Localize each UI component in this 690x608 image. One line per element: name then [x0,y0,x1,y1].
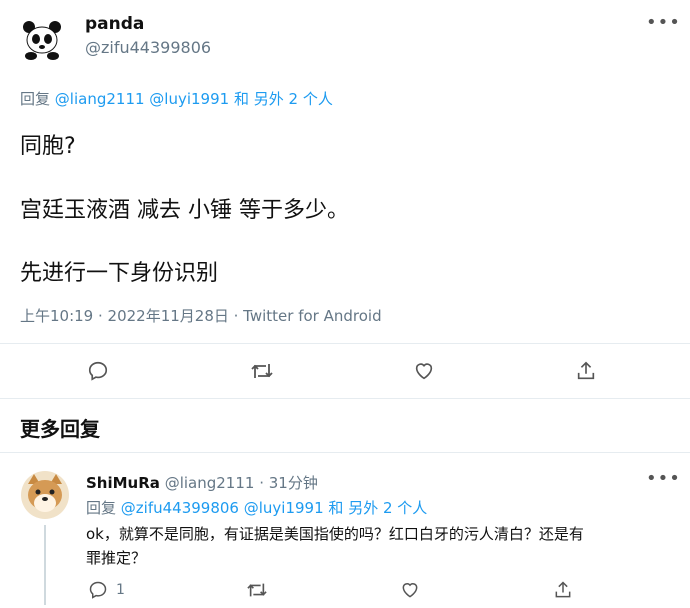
divider [0,452,690,453]
tweet-text-line-2: 宫廷玉液酒 减去 小锤 等于多少。 [20,198,349,223]
share-button[interactable] [575,360,597,382]
tweet-text-line-3: 先进行一下身份识别 [20,261,219,286]
heart-icon [415,363,433,380]
reply-to-users[interactable]: @zifu44399806 @luyi1991 [121,499,324,517]
author-handle[interactable]: @zifu44399806 [85,38,211,57]
reply-reply-button[interactable]: 1 [88,580,125,600]
share-icon [555,581,571,598]
panda-avatar[interactable] [20,18,64,62]
like-button[interactable] [413,360,435,382]
reply-share-button[interactable] [553,580,573,600]
reply-to-users[interactable]: @liang2111 @luyi1991 [55,90,229,108]
divider [0,343,690,344]
reply-retweet-button[interactable] [246,580,268,600]
reply-reply-to-line: 回复 @zifu44399806 @luyi1991 和 另外 2 个人 [86,497,427,518]
reply-to-others[interactable]: 和 另外 2 个人 [234,90,333,108]
heart-icon [402,583,418,598]
share-icon [577,361,595,380]
retweet-icon [247,583,267,597]
more-options-icon[interactable]: ••• [646,12,681,33]
reply-to-others[interactable]: 和 另外 2 个人 [328,499,427,517]
reply-icon [88,361,108,381]
reply-icon [89,581,107,599]
reply-time[interactable]: · 31分钟 [259,474,318,492]
thread-line [44,525,46,605]
tweet-meta[interactable]: 上午10:19 · 2022年11月28日 · Twitter for Andr… [20,305,382,326]
tweet-text-line-1: 同胞? [20,134,76,159]
divider [0,398,690,399]
retweet-button[interactable] [250,360,274,382]
reply-header: ShiMuRa @liang2111 · 31分钟 [86,472,318,493]
more-replies-heading: 更多回复 [20,417,100,441]
reply-like-button[interactable] [400,580,420,600]
shimura-avatar[interactable] [20,470,70,520]
dog-avatar-icon [21,471,69,519]
author-name[interactable]: panda [85,14,144,34]
reply-text-line-1: ok，就算不是同胞，有证据是美国指使的吗？红口白牙的污人清白？还是有 [86,525,584,543]
panda-avatar-icon [21,19,63,61]
reply-button[interactable] [87,360,109,382]
reply-author-name[interactable]: ShiMuRa [86,474,160,492]
reply-text-line-2: 罪推定？ [86,549,147,567]
reply-count: 1 [116,582,125,598]
reply-to-prefix: 回复 [86,499,117,517]
reply-more-options-icon[interactable]: ••• [646,468,681,489]
reply-author-handle[interactable]: @liang2111 [165,474,255,492]
reply-to-line: 回复 @liang2111 @luyi1991 和 另外 2 个人 [20,88,333,109]
retweet-icon [251,364,273,378]
reply-to-prefix: 回复 [20,90,51,108]
